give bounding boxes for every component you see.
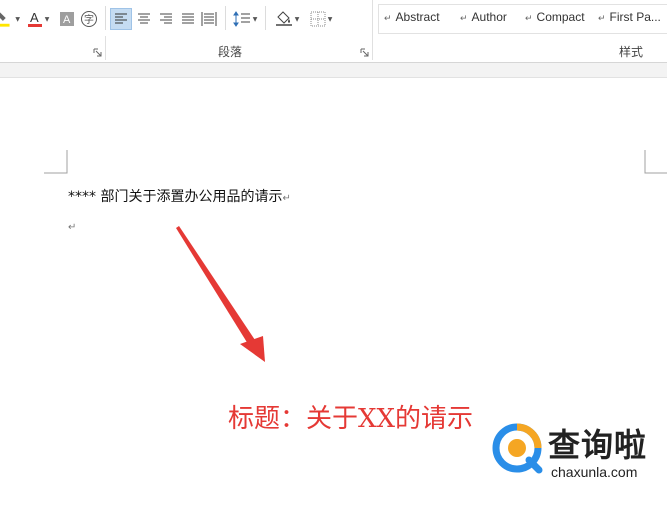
watermark-url: chaxunla.com (551, 464, 638, 480)
watermark-name: 查询啦 (548, 426, 648, 464)
chaxunla-logo-icon (492, 423, 543, 474)
annotation-label: 标题：关于XX的请示 (228, 404, 474, 434)
